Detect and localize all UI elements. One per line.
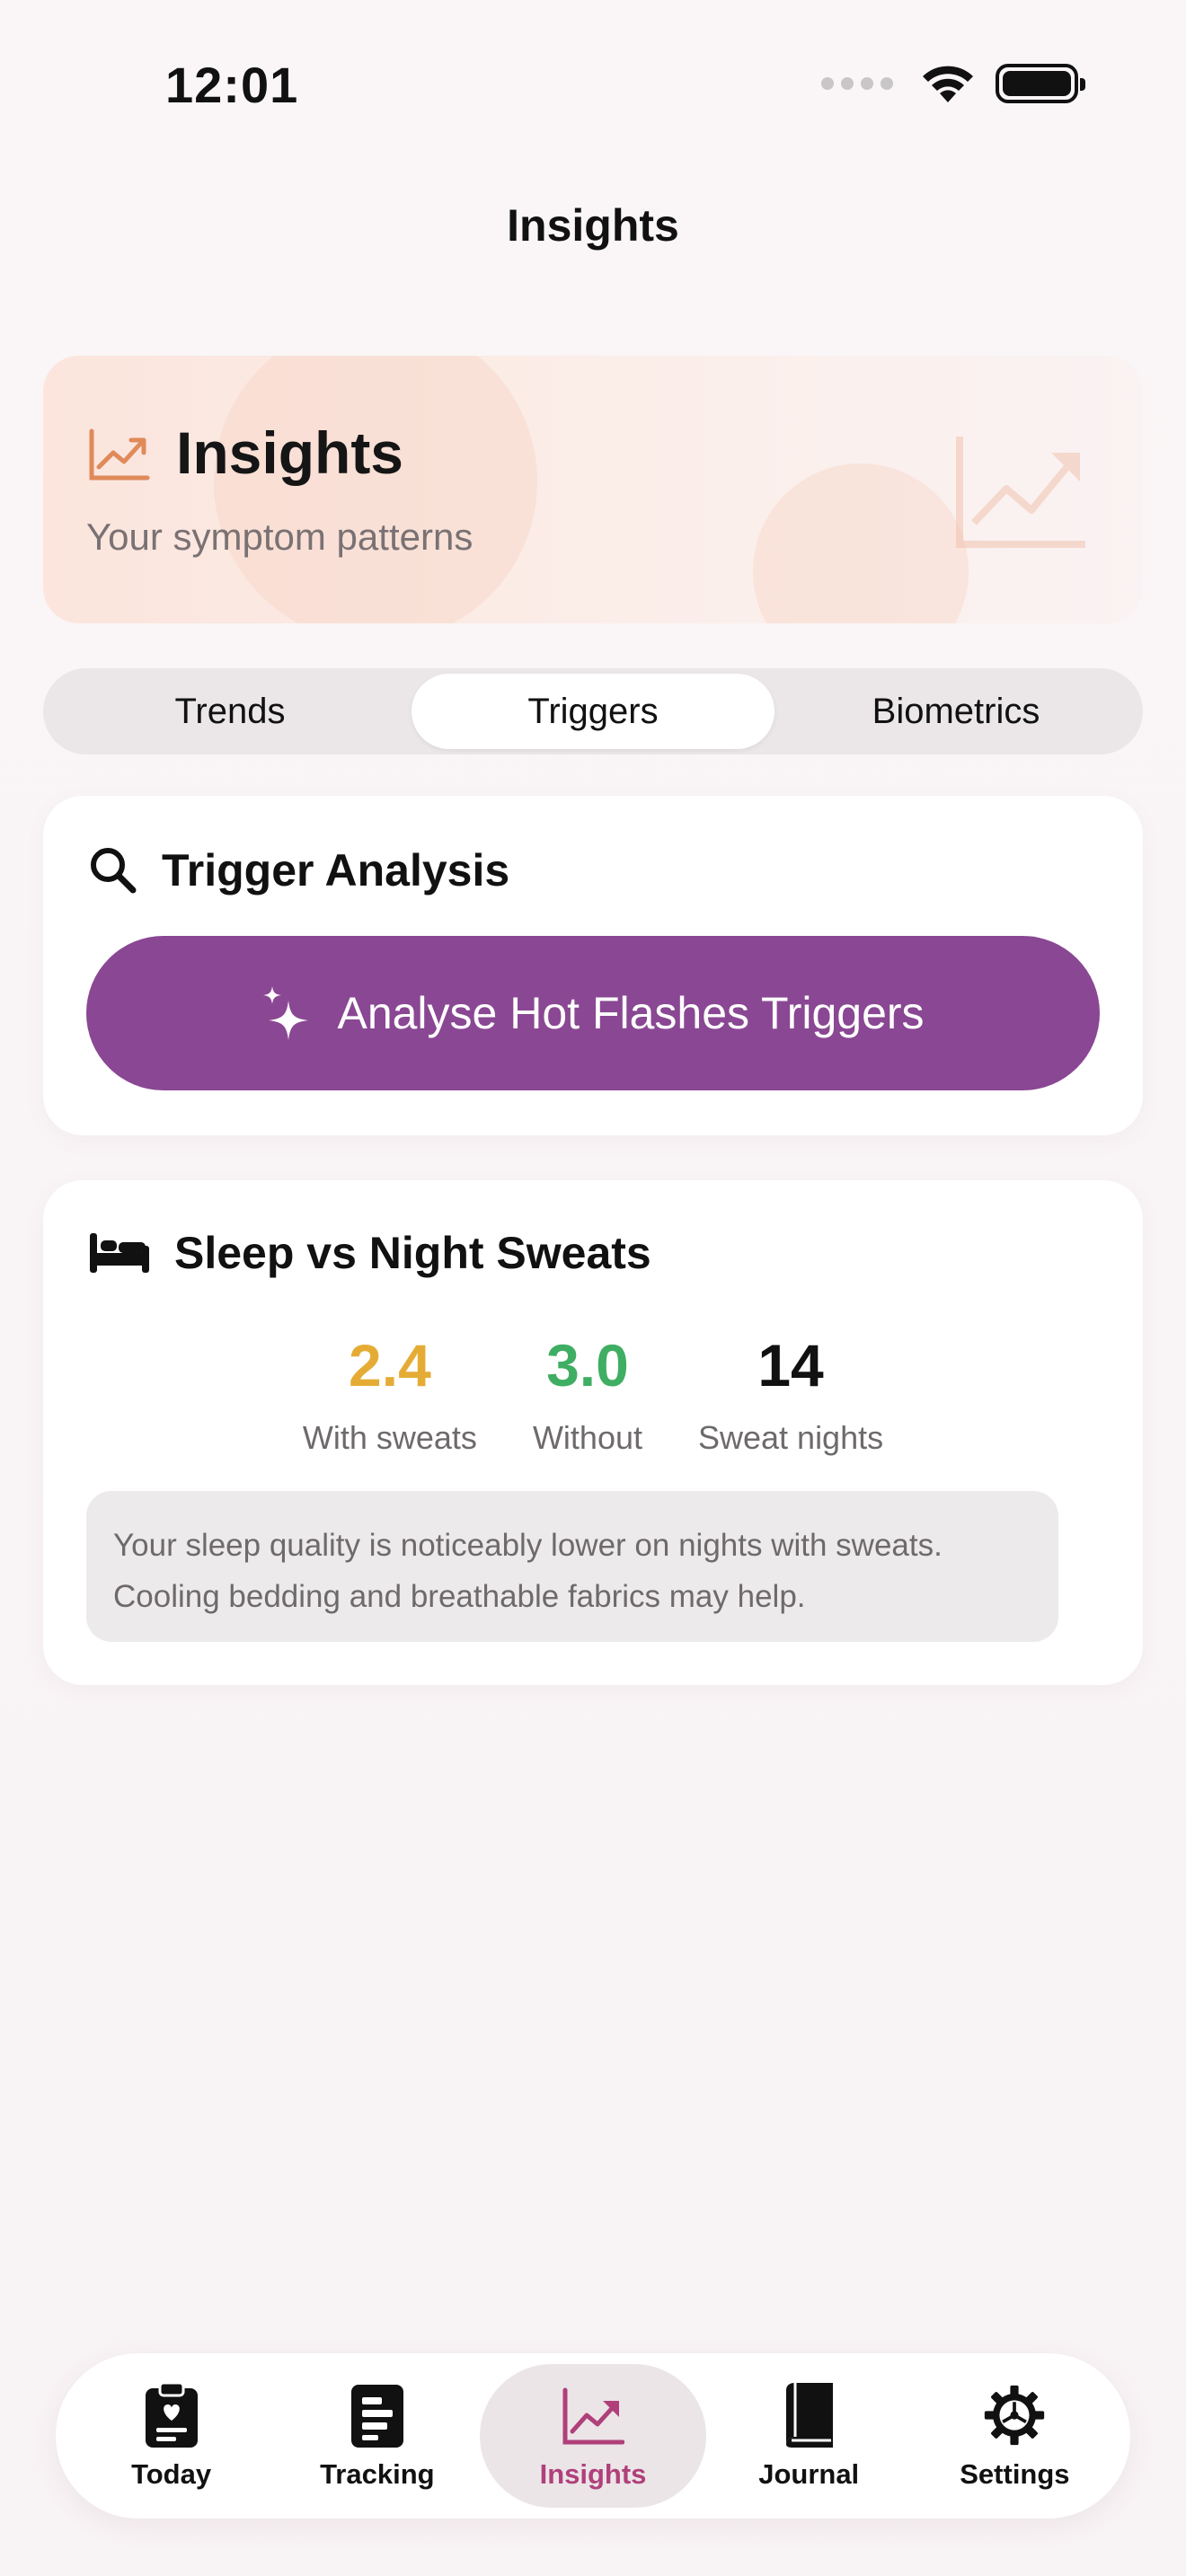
header-card: Insights Your symptom patterns xyxy=(43,356,1143,623)
tab-today[interactable]: Today xyxy=(68,2364,274,2508)
header-subtitle: Your symptom patterns xyxy=(86,516,474,558)
tab-tracking[interactable]: Tracking xyxy=(274,2364,480,2508)
bed-icon xyxy=(90,1233,149,1273)
trigger-analysis-header: Trigger Analysis xyxy=(88,844,509,896)
header-title: Insights xyxy=(176,419,404,486)
status-icons xyxy=(821,63,1085,104)
stat-with-sweats-value: 2.4 xyxy=(349,1332,431,1398)
stat-without-label: Without xyxy=(532,1419,642,1456)
stat-without-value: 3.0 xyxy=(546,1332,629,1398)
stat-with-sweats: 2.4 With sweats xyxy=(303,1331,477,1457)
stat-sweat-nights: 14 Sweat nights xyxy=(698,1331,883,1457)
sleep-stats: 2.4 With sweats 3.0 Without 14 Sweat nig… xyxy=(43,1331,1143,1457)
trigger-analysis-card: Trigger Analysis Analyse Hot Flashes Tri… xyxy=(43,796,1143,1135)
stat-sweat-nights-label: Sweat nights xyxy=(697,1419,884,1456)
sleep-vs-sweats-card: Sleep vs Night Sweats 2.4 With sweats 3.… xyxy=(43,1180,1143,1685)
tab-settings-label: Settings xyxy=(960,2458,1070,2490)
book-icon xyxy=(786,2383,834,2448)
gear-icon xyxy=(985,2385,1045,2446)
tab-tracking-label: Tracking xyxy=(320,2458,435,2490)
tab-insights[interactable]: Insights xyxy=(480,2364,706,2508)
sparkles-icon xyxy=(263,986,309,1040)
sleep-header: Sleep vs Night Sweats xyxy=(88,1227,651,1279)
cellular-signal-icon xyxy=(821,77,893,90)
analyse-triggers-label: Analyse Hot Flashes Triggers xyxy=(337,988,925,1038)
wifi-icon xyxy=(923,66,973,102)
analyse-triggers-button[interactable]: Analyse Hot Flashes Triggers xyxy=(86,936,1100,1090)
trigger-analysis-title: Trigger Analysis xyxy=(162,845,510,895)
sleep-title: Sleep vs Night Sweats xyxy=(174,1228,651,1278)
sleep-note: Your sleep quality is noticeably lower o… xyxy=(86,1491,1058,1642)
stat-with-sweats-label: With sweats xyxy=(302,1419,477,1456)
segment-biometrics[interactable]: Biometrics xyxy=(774,674,1137,749)
battery-icon xyxy=(996,64,1085,103)
tab-today-label: Today xyxy=(131,2458,212,2490)
chart-decoration-icon xyxy=(956,437,1085,548)
magnifier-icon xyxy=(91,848,137,894)
stat-sweat-nights-value: 14 xyxy=(757,1332,824,1398)
chart-line-up-icon xyxy=(89,428,150,481)
status-time: 12:01 xyxy=(165,57,299,113)
tab-insights-label: Insights xyxy=(539,2458,647,2490)
stat-without: 3.0 Without xyxy=(533,1331,642,1457)
tab-bar: Today Tracking Insights Journal Settings xyxy=(56,2353,1130,2519)
segment-trends[interactable]: Trends xyxy=(49,674,412,749)
tab-journal-label: Journal xyxy=(758,2458,860,2490)
document-list-icon xyxy=(350,2385,403,2448)
segment-triggers[interactable]: Triggers xyxy=(412,674,774,749)
nav-title: Insights xyxy=(507,200,679,251)
tab-journal[interactable]: Journal xyxy=(706,2364,912,2508)
screen: 12:01 Insights Insights Your symptom pat… xyxy=(0,0,1186,2576)
clipboard-heart-icon xyxy=(145,2381,198,2448)
tab-settings[interactable]: Settings xyxy=(912,2364,1118,2508)
chart-line-up-icon xyxy=(562,2387,624,2445)
segmented-control: Trends Triggers Biometrics xyxy=(43,668,1143,754)
